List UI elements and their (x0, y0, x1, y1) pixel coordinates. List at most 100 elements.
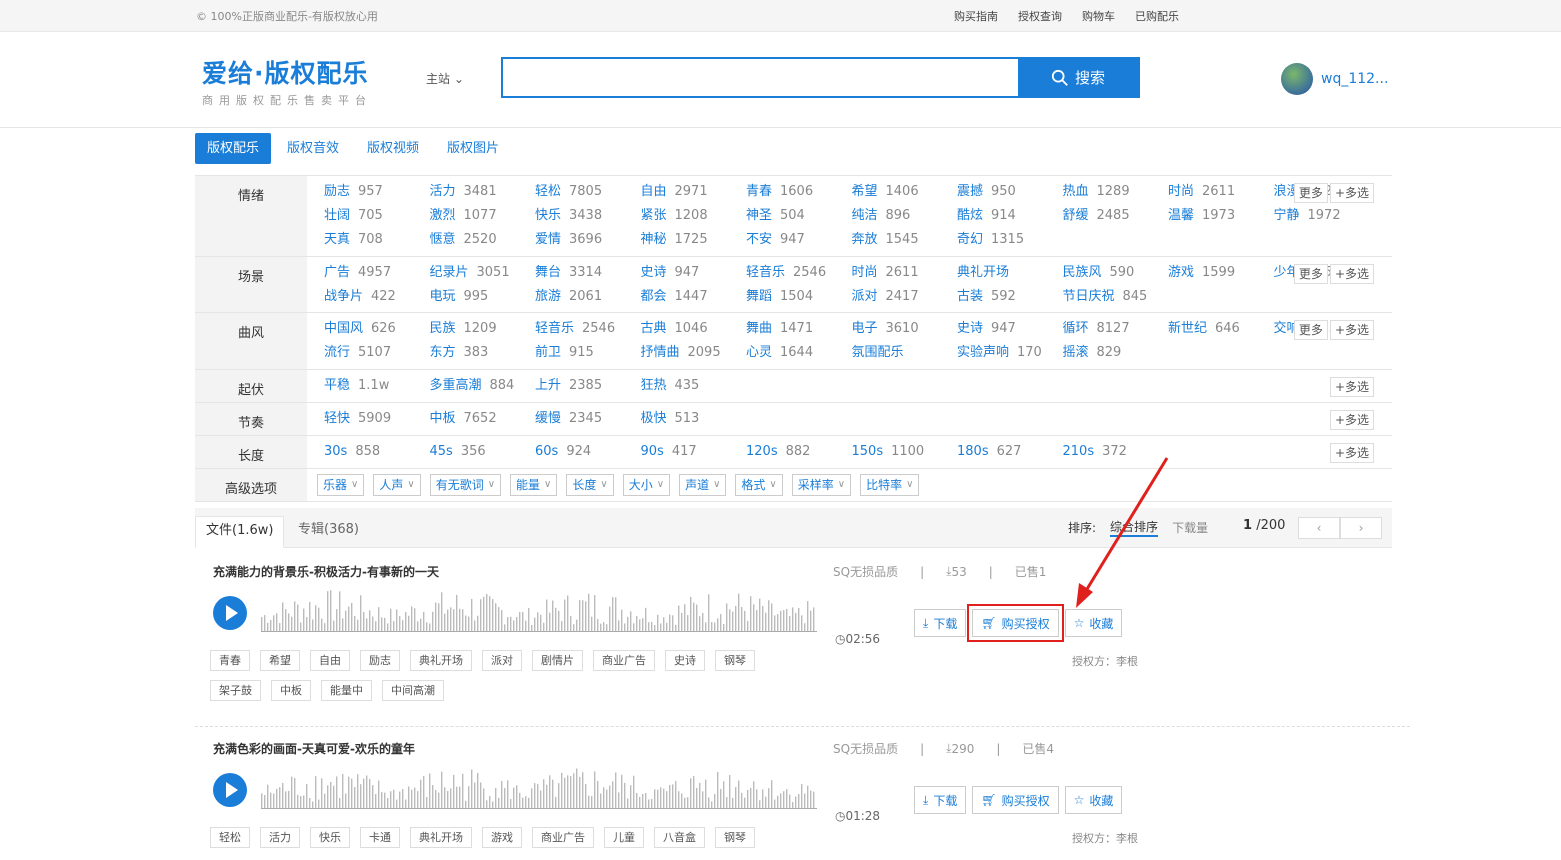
filter-option[interactable]: 自由 2971 (641, 180, 747, 204)
tag[interactable]: 活力 (260, 827, 300, 848)
tag[interactable]: 钢琴 (715, 650, 755, 671)
filter-option[interactable]: 中国风 626 (324, 317, 430, 341)
filter-option[interactable]: 轻音乐 2546 (746, 261, 852, 285)
tag[interactable]: 钢琴 (715, 827, 755, 848)
filter-option[interactable]: 史诗 947 (641, 261, 747, 285)
tab-video[interactable]: 版权视频 (355, 133, 431, 164)
filter-option[interactable]: 天真 708 (324, 228, 430, 252)
filter-option[interactable]: 活力 3481 (430, 180, 536, 204)
tag[interactable]: 青春 (210, 650, 250, 671)
filter-option[interactable]: 时尚 2611 (852, 261, 958, 285)
filter-option[interactable]: 奔放 1545 (852, 228, 958, 252)
filter-option[interactable]: 电子 3610 (852, 317, 958, 341)
filter-option[interactable]: 60s 924 (535, 440, 641, 464)
filter-option[interactable]: 150s 1100 (852, 440, 958, 464)
tab-music[interactable]: 版权配乐 (195, 133, 272, 164)
filter-option[interactable]: 抒情曲 2095 (641, 341, 747, 365)
track-title[interactable]: 充满色彩的画面-天真可爱-欢乐的童年 (213, 740, 415, 757)
filter-option[interactable]: 舞台 3314 (535, 261, 641, 285)
filter-option[interactable]: 宁静 1972 (1274, 204, 1380, 228)
filter-option[interactable]: 舒缓 2485 (1063, 204, 1169, 228)
advanced-dropdown[interactable]: 大小 ∨ (622, 474, 671, 496)
filter-option[interactable]: 古典 1046 (641, 317, 747, 341)
site-select[interactable]: 主站 ⌄ (426, 70, 464, 87)
filter-option[interactable]: 古装 592 (957, 285, 1063, 309)
filter-option[interactable]: 新世纪 646 (1168, 317, 1274, 341)
more-button[interactable]: 更多 (1293, 183, 1328, 203)
buy-license-button[interactable]: 🛒︎ 购买授权 (972, 786, 1059, 814)
buy-license-button[interactable]: 🛒︎ 购买授权 (967, 604, 1064, 642)
advanced-dropdown[interactable]: 采样率 ∨ (791, 474, 852, 496)
multi-select-button[interactable]: +多选 (1329, 443, 1374, 463)
filter-option[interactable]: 纪录片 3051 (430, 261, 536, 285)
multi-select-button[interactable]: +多选 (1329, 320, 1374, 340)
play-button[interactable] (213, 773, 247, 807)
tag[interactable]: 儿童 (604, 827, 644, 848)
multi-select-button[interactable]: +多选 (1329, 183, 1374, 203)
more-button[interactable]: 更多 (1293, 264, 1328, 284)
filter-option[interactable]: 极快 513 (641, 407, 747, 431)
filter-option[interactable]: 壮阔 705 (324, 204, 430, 228)
filter-option[interactable]: 实验声响 170 (957, 341, 1063, 365)
more-button[interactable]: 更多 (1293, 320, 1328, 340)
next-page-button[interactable]: › (1340, 517, 1382, 539)
tag[interactable]: 能量中 (321, 680, 372, 701)
link-license-query[interactable]: 授权查询 (1018, 8, 1062, 24)
filter-option[interactable]: 游戏 1599 (1168, 261, 1274, 285)
link-purchase-guide[interactable]: 购买指南 (954, 8, 998, 24)
search-input[interactable] (503, 59, 1018, 96)
logo[interactable]: 爱给·版权配乐 商用版权配乐售卖平台 (202, 54, 372, 108)
filter-option[interactable]: 心灵 1644 (746, 341, 852, 365)
tag[interactable]: 轻松 (210, 827, 250, 848)
tab-files[interactable]: 文件(1.6w) (195, 516, 285, 548)
filter-option[interactable]: 神秘 1725 (641, 228, 747, 252)
filter-option[interactable]: 210s 372 (1063, 440, 1169, 464)
advanced-dropdown[interactable]: 人声 ∨ (373, 474, 421, 496)
play-button[interactable] (213, 596, 247, 630)
filter-option[interactable]: 摇滚 829 (1063, 341, 1169, 365)
tab-images[interactable]: 版权图片 (435, 133, 511, 164)
filter-option[interactable]: 酷炫 914 (957, 204, 1063, 228)
filter-option[interactable]: 旅游 2061 (535, 285, 641, 309)
link-purchased[interactable]: 已购配乐 (1135, 8, 1179, 24)
filter-option[interactable]: 上升 2385 (535, 374, 641, 398)
advanced-dropdown[interactable]: 乐器 ∨ (317, 474, 365, 496)
filter-option[interactable]: 轻音乐 2546 (535, 317, 641, 341)
tag[interactable]: 中板 (271, 680, 311, 701)
filter-option[interactable]: 缓慢 2345 (535, 407, 641, 431)
filter-option[interactable]: 不安 947 (746, 228, 852, 252)
tag[interactable]: 商业广告 (532, 827, 594, 848)
filter-option[interactable]: 典礼开场 (957, 261, 1063, 285)
tag[interactable]: 希望 (260, 650, 300, 671)
filter-option[interactable]: 爱情 3696 (535, 228, 641, 252)
tab-albums[interactable]: 专辑(368) (288, 516, 369, 548)
favorite-button[interactable]: ☆ 收藏 (1064, 609, 1123, 637)
filter-option[interactable]: 循环 8127 (1063, 317, 1169, 341)
user-menu[interactable]: wq_112... (1281, 63, 1388, 95)
filter-option[interactable]: 狂热 435 (641, 374, 747, 398)
filter-option[interactable]: 90s 417 (641, 440, 747, 464)
waveform[interactable] (261, 764, 817, 810)
tag[interactable]: 八音盒 (654, 827, 705, 848)
filter-option[interactable]: 多重高潮 884 (430, 374, 536, 398)
filter-option[interactable]: 紧张 1208 (641, 204, 747, 228)
sort-option-downloads[interactable]: 下载量 (1172, 519, 1208, 536)
multi-select-button[interactable]: +多选 (1329, 264, 1374, 284)
filter-option[interactable]: 30s 858 (324, 440, 430, 464)
filter-option[interactable]: 震撼 950 (957, 180, 1063, 204)
filter-option[interactable]: 流行 5107 (324, 341, 430, 365)
tag[interactable]: 架子鼓 (210, 680, 261, 701)
waveform[interactable] (261, 587, 817, 633)
multi-select-button[interactable]: +多选 (1329, 410, 1374, 430)
filter-option[interactable]: 电玩 995 (430, 285, 536, 309)
filter-option[interactable]: 舞蹈 1504 (746, 285, 852, 309)
filter-option[interactable]: 温馨 1973 (1168, 204, 1274, 228)
filter-option[interactable]: 120s 882 (746, 440, 852, 464)
multi-select-button[interactable]: +多选 (1329, 377, 1374, 397)
advanced-dropdown[interactable]: 声道 ∨ (679, 474, 727, 496)
advanced-dropdown[interactable]: 能量 ∨ (510, 474, 558, 496)
advanced-dropdown[interactable]: 格式 ∨ (735, 474, 783, 496)
filter-option[interactable]: 派对 2417 (852, 285, 958, 309)
filter-option[interactable]: 45s 356 (430, 440, 536, 464)
filter-option[interactable]: 惬意 2520 (430, 228, 536, 252)
